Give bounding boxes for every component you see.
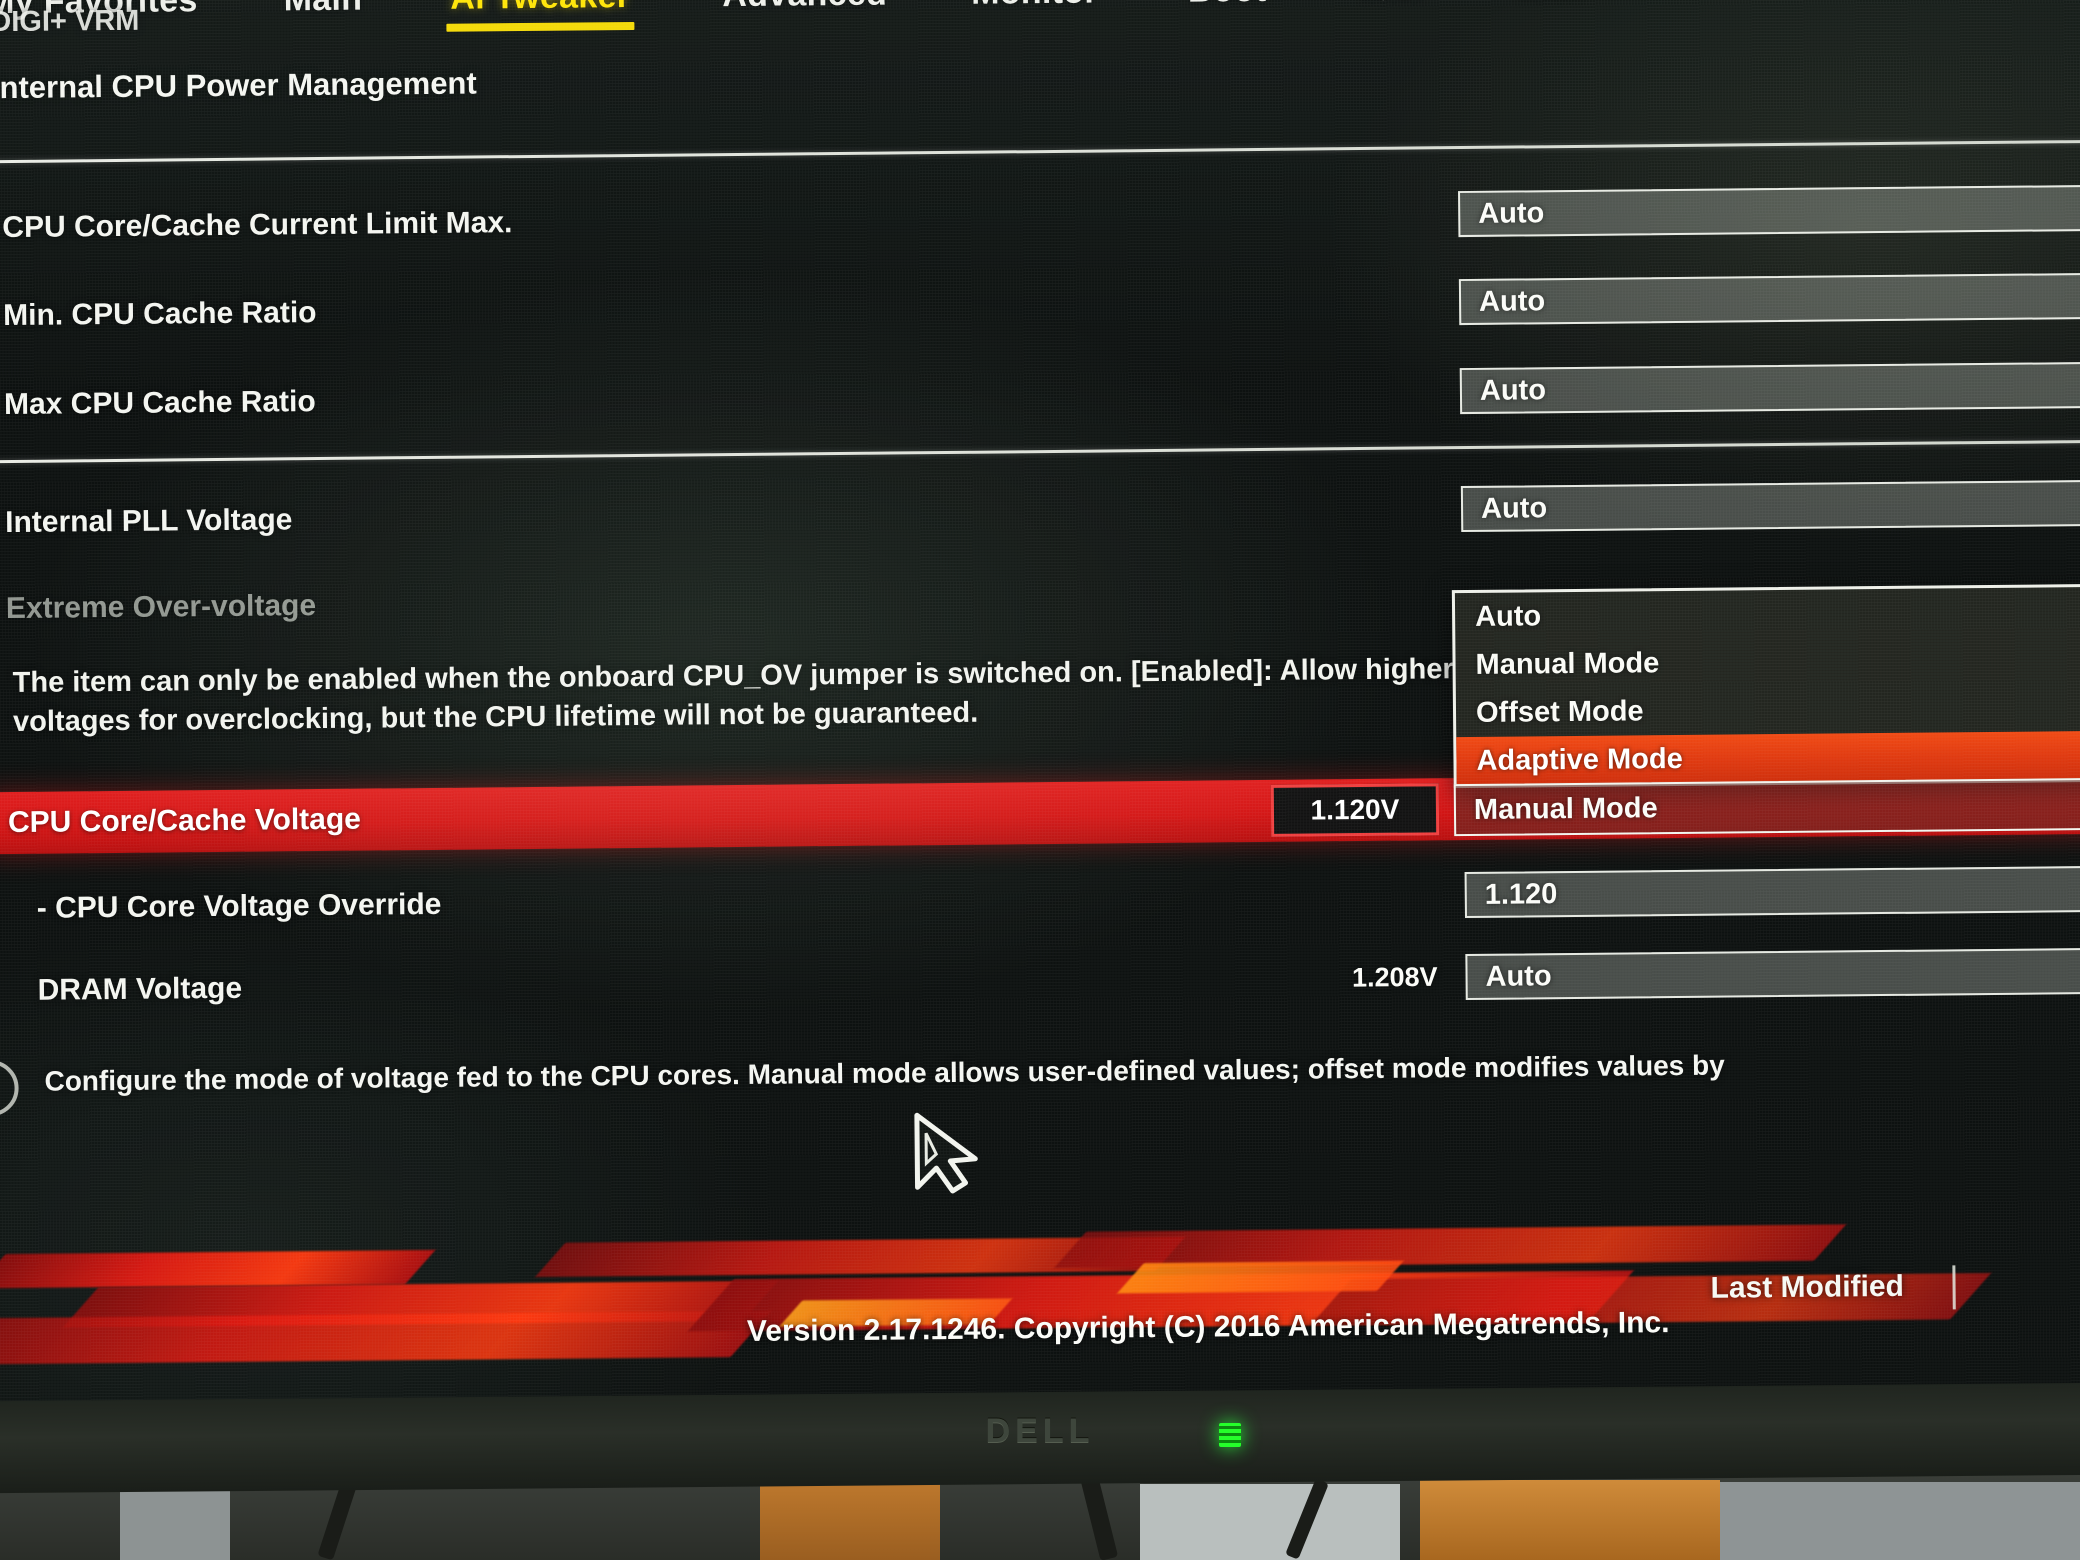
value-box[interactable]: Auto	[1458, 272, 2080, 326]
row-label: Min. CPU Cache Ratio	[2, 296, 317, 333]
menu-item-monitor[interactable]: Monitor	[971, 0, 1098, 12]
row-dram-voltage[interactable]: DRAM Voltage 1.208V Auto	[0, 940, 2080, 1023]
row-label: CPU Core/Cache Voltage	[7, 802, 362, 840]
dram-voltage-readout: 1.208V	[1351, 961, 1438, 993]
value-box[interactable]: Auto	[1458, 184, 2080, 238]
divider-top	[0, 139, 2080, 164]
dropdown-option-offset-mode[interactable]: Offset Mode	[1456, 682, 2080, 737]
info-circle-icon	[0, 1059, 19, 1117]
last-modified-button[interactable]: Last Modified	[1710, 1270, 1904, 1306]
menu-item-advanced[interactable]: Advanced	[722, 0, 887, 15]
footer-divider	[1952, 1265, 1956, 1310]
voltage-readout-chip: 1.120V	[1270, 783, 1440, 837]
voltage-mode-dropdown[interactable]: Auto Manual Mode Offset Mode Adaptive Mo…	[1451, 583, 2080, 789]
bios-screen: My Favorites Main Ai Tweaker Advanced Mo…	[0, 0, 2080, 1423]
menu-item-ai-tweaker[interactable]: Ai Tweaker	[446, 0, 635, 32]
menu-item-ai-tweaker-label: Ai Tweaker	[450, 0, 630, 16]
row-max-cpu-cache-ratio[interactable]: Max CPU Cache Ratio Auto	[0, 354, 2080, 437]
active-tab-underline	[446, 21, 635, 32]
dell-logo: DELL	[985, 1412, 1095, 1450]
row-label: Max CPU Cache Ratio	[3, 385, 316, 422]
row-label: CPU Core/Cache Current Limit Max.	[2, 206, 513, 245]
menu-item-boot[interactable]: Boot	[1188, 0, 1267, 10]
power-led-indicator[interactable]	[1219, 1423, 1241, 1447]
photo-corner-marking	[2061, 1529, 2066, 1550]
dropdown-option-adaptive-mode[interactable]: Adaptive Mode	[1456, 730, 2080, 786]
description-bar-text: Configure the mode of voltage fed to the…	[44, 1049, 1725, 1097]
dropdown-option-auto[interactable]: Auto	[1455, 586, 2080, 641]
value-box[interactable]: Auto	[1459, 361, 2080, 415]
value-box[interactable]: Auto	[1465, 947, 2080, 1001]
bios-menu-bar[interactable]: My Favorites Main Ai Tweaker Advanced Mo…	[0, 0, 2080, 32]
current-section-title: Internal CPU Power Management	[0, 65, 477, 106]
menu-item-main[interactable]: Main	[283, 0, 362, 19]
mouse-cursor	[914, 1112, 978, 1194]
menu-item-tool[interactable]: Tool	[1354, 0, 1425, 9]
row-label: Internal PLL Voltage	[4, 503, 293, 540]
row-min-cpu-cache-ratio[interactable]: Min. CPU Cache Ratio Auto	[0, 265, 2080, 348]
photo-of-monitor: My Favorites Main Ai Tweaker Advanced Mo…	[0, 0, 2080, 1560]
dropdown-option-manual-mode[interactable]: Manual Mode	[1455, 634, 2080, 689]
menu-item-exit[interactable]: Exit	[1517, 0, 1581, 7]
selected-value-box[interactable]: Manual Mode	[1453, 777, 2080, 837]
value-box[interactable]: 1.120	[1464, 865, 2080, 919]
row-label: DRAM Voltage	[37, 971, 243, 1007]
row-label-disabled: Extreme Over-voltage	[5, 589, 317, 626]
dram-voltage-readout-wrap: 1.208V	[1277, 946, 1438, 1010]
row-internal-pll-voltage[interactable]: Internal PLL Voltage Auto	[0, 472, 2080, 555]
inline-help-text: The item can only be enabled when the on…	[12, 653, 1454, 739]
row-label: - CPU Core Voltage Override	[36, 887, 442, 925]
divider-middle	[0, 439, 2080, 464]
previous-section-label: DIGI+ VRM	[0, 4, 140, 39]
row-cpu-core-voltage-override[interactable]: - CPU Core Voltage Override 1.120	[0, 858, 2080, 941]
value-box[interactable]: Auto	[1460, 479, 2080, 533]
row-cpu-core-cache-current-limit-max[interactable]: CPU Core/Cache Current Limit Max. Auto	[0, 177, 2080, 260]
